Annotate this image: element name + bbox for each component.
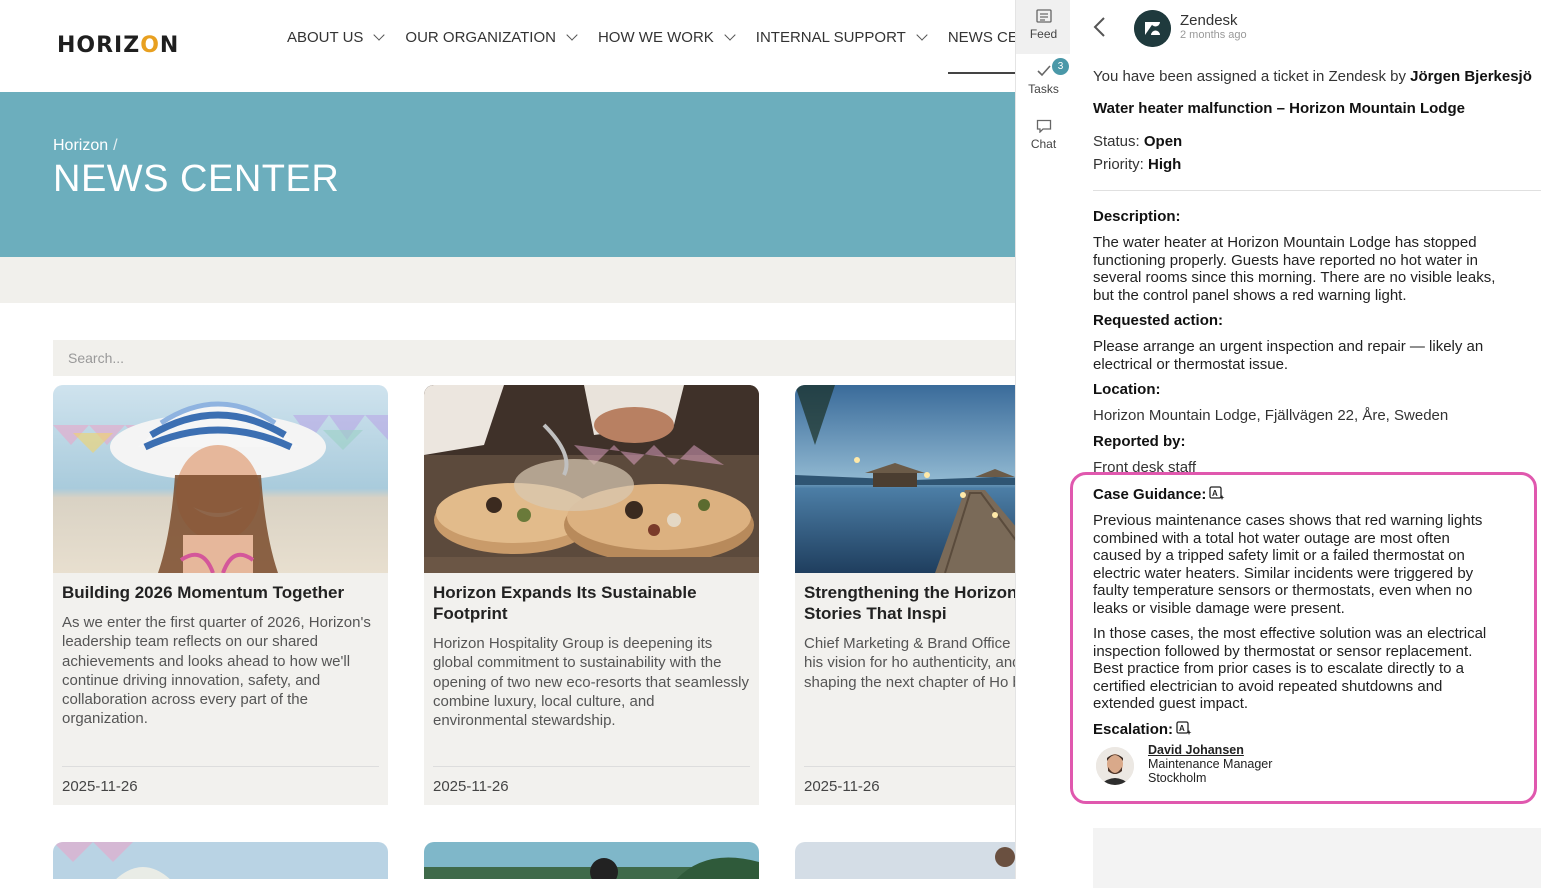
chat-tab[interactable]: Chat <box>1016 110 1071 164</box>
case-guidance-text-1: Previous maintenance cases shows that re… <box>1093 512 1483 617</box>
chat-label: Chat <box>1030 137 1057 151</box>
svg-text:A: A <box>1179 724 1185 733</box>
feed-tab[interactable]: Feed <box>1016 0 1071 54</box>
zendesk-logo-icon <box>1134 10 1171 47</box>
reported-by-label: Reported by: <box>1093 433 1186 450</box>
feed-label: Feed <box>1029 27 1058 41</box>
nav-label: OUR ORGANIZATION <box>405 28 556 46</box>
news-card-image[interactable] <box>424 842 759 879</box>
grey-band <box>0 257 1015 303</box>
checkmark-icon <box>1036 65 1051 77</box>
escalation-contact: David Johansen Maintenance Manager Stock… <box>1148 743 1272 785</box>
intranet-site: HORIZON ABOUT US OUR ORGANIZATION HOW WE… <box>0 0 1015 879</box>
card-image-pier-dusk <box>795 385 1015 573</box>
card-date: 2025-11-26 <box>804 778 880 795</box>
description-label: Description: <box>1093 208 1181 225</box>
card-divider <box>804 766 1015 767</box>
ticket-time: 2 months ago <box>1180 29 1247 41</box>
ai-sparkle-icon: A <box>1209 486 1225 500</box>
site-header: HORIZON ABOUT US OUR ORGANIZATION HOW WE… <box>0 0 1015 92</box>
ticket-source: Zendesk <box>1180 12 1238 29</box>
description-text: The water heater at Horizon Mountain Lod… <box>1093 234 1496 304</box>
nav-how-we-work[interactable]: HOW WE WORK <box>597 0 736 74</box>
nav-label: ABOUT US <box>287 28 364 46</box>
tasks-count-badge: 3 <box>1052 58 1069 75</box>
back-arrow-icon[interactable] <box>1092 16 1108 38</box>
nav-about-us[interactable]: ABOUT US <box>287 0 386 74</box>
ai-sparkle-icon: A <box>1176 721 1192 735</box>
card-excerpt: Chief Marketing & Brand Office Leclerc s… <box>804 635 1015 691</box>
escalation-label: Escalation: A <box>1093 721 1192 738</box>
tasks-label: Tasks <box>1028 82 1059 96</box>
case-guidance-box: Case Guidance: A Previous maintenance cas… <box>1070 472 1537 804</box>
news-card[interactable]: Horizon Expands Its Sustainable Footprin… <box>424 385 759 805</box>
nav-label: NEWS CENT <box>947 28 1015 46</box>
case-guidance-label-text: Case Guidance: <box>1093 486 1207 503</box>
nav-news-center[interactable]: NEWS CENT <box>947 0 1015 74</box>
case-guidance-label: Case Guidance: A <box>1093 486 1225 503</box>
card-date: 2025-11-26 <box>433 778 509 795</box>
ticket-title: Water heater malfunction – Horizon Mount… <box>1093 100 1465 118</box>
card-divider <box>433 766 750 767</box>
chevron-down-icon <box>724 28 736 41</box>
side-rail: Feed Tasks 3 Chat <box>1015 0 1071 879</box>
comment-area[interactable] <box>1093 828 1541 888</box>
location-label: Location: <box>1093 381 1161 398</box>
search-input[interactable] <box>53 340 1015 376</box>
card-title[interactable]: Horizon Expands Its Sustainable Footprin… <box>433 582 751 624</box>
news-card-image[interactable] <box>53 842 388 879</box>
card-date: 2025-11-26 <box>62 778 138 795</box>
main-nav: ABOUT US OUR ORGANIZATION HOW WE WORK IN… <box>287 0 1015 74</box>
card-title[interactable]: Strengthening the Horizon Through Storie… <box>804 582 1015 624</box>
assignment-prefix: You have been assigned a ticket in Zende… <box>1093 68 1411 85</box>
ticket-title-text: Water heater malfunction – Horizon Mount… <box>1093 100 1465 117</box>
nav-label: HOW WE WORK <box>597 28 714 46</box>
site-logo[interactable]: HORIZON <box>57 33 179 58</box>
ticket-status: Status: Open <box>1093 133 1182 151</box>
chat-bubble-icon <box>1036 119 1051 133</box>
status-value: Open <box>1143 133 1183 150</box>
breadcrumb-root[interactable]: Horizon <box>53 137 108 154</box>
news-card[interactable]: Building 2026 Momentum Together As we en… <box>53 385 388 805</box>
chevron-down-icon <box>566 28 578 41</box>
chevron-down-icon <box>916 28 928 41</box>
escalation-contact-name[interactable]: David Johansen <box>1148 743 1272 757</box>
escalation-contact-avatar[interactable] <box>1096 747 1134 785</box>
nav-our-organization[interactable]: OUR ORGANIZATION <box>405 0 578 74</box>
card-excerpt: As we enter the first quarter of 2026, H… <box>62 614 371 728</box>
card-excerpt: Horizon Hospitality Group is deepening i… <box>433 635 749 730</box>
newspaper-icon <box>1035 9 1052 23</box>
ticket-priority: Priority: High <box>1093 156 1181 174</box>
card-image-food-plating <box>424 385 759 573</box>
escalation-contact-city: Stockholm <box>1148 771 1207 785</box>
priority-value: High <box>1148 156 1182 173</box>
news-card[interactable]: Strengthening the Horizon Through Storie… <box>795 385 1015 805</box>
location-text: Horizon Mountain Lodge, Fjällvägen 22, Å… <box>1093 407 1449 424</box>
escalation-label-text: Escalation: <box>1093 721 1174 738</box>
nav-label: INTERNAL SUPPORT <box>755 28 906 46</box>
chevron-down-icon <box>373 28 386 41</box>
ticket-panel: Zendesk 2 months ago You have been assig… <box>1070 0 1564 888</box>
card-title[interactable]: Building 2026 Momentum Together <box>62 582 380 603</box>
case-guidance-text-2: In those cases, the most effective solut… <box>1093 625 1487 712</box>
requested-action-text: Please arrange an urgent inspection and … <box>1093 338 1484 373</box>
escalation-contact-role: Maintenance Manager <box>1148 757 1273 771</box>
assigner-name: Jörgen Bjerkesjö <box>1410 68 1532 85</box>
breadcrumb-separator: / <box>113 137 118 154</box>
svg-text:A: A <box>1212 489 1218 498</box>
nav-internal-support[interactable]: INTERNAL SUPPORT <box>755 0 928 74</box>
divider <box>1093 190 1541 191</box>
breadcrumb: Horizon / <box>53 137 118 155</box>
card-divider <box>62 766 379 767</box>
news-card-image[interactable] <box>795 842 1015 879</box>
priority-label: Priority: <box>1093 156 1149 173</box>
page-title: NEWS CENTER <box>53 158 340 200</box>
card-image-woman-hat <box>53 385 388 573</box>
status-label: Status: <box>1093 133 1144 150</box>
requested-action-label: Requested action: <box>1093 312 1224 329</box>
assignment-line: You have been assigned a ticket in Zende… <box>1093 68 1532 86</box>
